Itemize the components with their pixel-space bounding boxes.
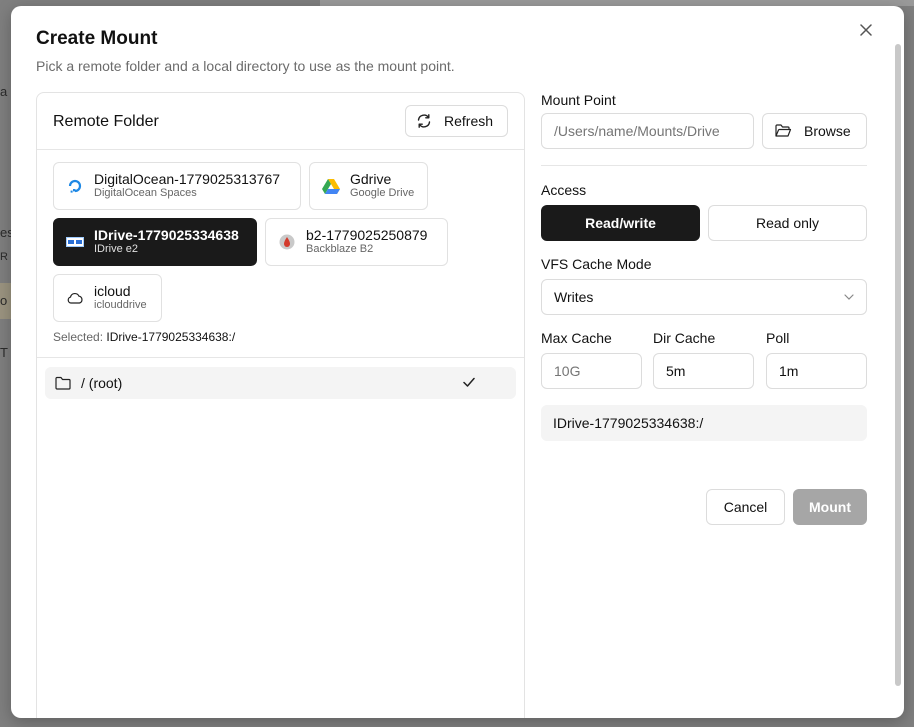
- vfs-cache-mode-value: Writes: [554, 289, 594, 305]
- remote-name: IDrive-1779025334638: [94, 227, 239, 243]
- cloud-icon: [66, 289, 84, 307]
- remote-folder-header: Remote Folder Refresh: [37, 93, 524, 150]
- max-cache-input[interactable]: [541, 353, 642, 389]
- background-text-fragment: a: [0, 84, 8, 99]
- mount-point-input[interactable]: [541, 113, 754, 149]
- access-read-write-button[interactable]: Read/write: [541, 205, 700, 241]
- mount-point-label: Mount Point: [541, 92, 616, 108]
- divider: [37, 357, 524, 358]
- remote-name: DigitalOcean-1779025313767: [94, 171, 281, 187]
- remote-card-icloud[interactable]: icloud iclouddrive: [53, 274, 162, 322]
- background-text-fragment: R: [0, 251, 8, 263]
- access-label: Access: [541, 182, 587, 198]
- vfs-cache-mode-select[interactable]: Writes: [541, 279, 867, 315]
- selected-label: Selected:: [53, 330, 104, 344]
- background-text-fragment: T: [0, 345, 8, 360]
- folder-row-root[interactable]: / (root): [45, 367, 516, 399]
- folder-icon: [55, 376, 71, 390]
- remote-name: b2-1779025250879: [306, 227, 428, 243]
- divider: [541, 165, 867, 166]
- close-button[interactable]: [856, 20, 876, 40]
- selected-path: Selected: IDrive-1779025334638:/: [53, 330, 235, 344]
- remote-folder-panel: Remote Folder Refresh DigitalOcean-17790…: [36, 92, 525, 718]
- remote-type: Google Drive: [350, 187, 415, 199]
- folder-open-icon: [775, 124, 792, 137]
- remote-name: icloud: [94, 283, 131, 299]
- access-read-only-button[interactable]: Read only: [708, 205, 867, 241]
- dialog-subtitle: Pick a remote folder and a local directo…: [36, 58, 455, 74]
- backblaze-icon: [278, 233, 296, 251]
- background-text-fragment: o: [0, 293, 8, 308]
- mount-button[interactable]: Mount: [793, 489, 867, 525]
- create-mount-dialog: Create Mount Pick a remote folder and a …: [11, 6, 904, 718]
- scrollbar[interactable]: [895, 44, 901, 686]
- dialog-title: Create Mount: [36, 28, 158, 49]
- refresh-icon: [417, 114, 431, 128]
- checkmark-icon: [463, 377, 475, 387]
- remote-type: DigitalOcean Spaces: [94, 187, 197, 199]
- cancel-button[interactable]: Cancel: [706, 489, 785, 525]
- vfs-cache-mode-label: VFS Cache Mode: [541, 256, 652, 272]
- selected-value: IDrive-1779025334638:/: [106, 330, 236, 344]
- mount-source-display: IDrive-1779025334638:/: [541, 405, 867, 441]
- dir-cache-label: Dir Cache: [653, 330, 716, 346]
- remote-type: iclouddrive: [94, 299, 147, 311]
- max-cache-label: Max Cache: [541, 330, 612, 346]
- remote-type: IDrive e2: [94, 243, 139, 255]
- poll-input[interactable]: [766, 353, 867, 389]
- remote-card-b2[interactable]: b2-1779025250879 Backblaze B2: [265, 218, 448, 266]
- remote-name: Gdrive: [350, 171, 392, 187]
- remote-card-digitalocean[interactable]: DigitalOcean-1779025313767 DigitalOcean …: [53, 162, 301, 210]
- remote-folder-title: Remote Folder: [53, 113, 159, 130]
- poll-label: Poll: [766, 330, 790, 346]
- idrive-icon: [66, 233, 84, 251]
- remote-card-idrive[interactable]: IDrive-1779025334638 IDrive e2: [53, 218, 257, 266]
- remote-card-gdrive[interactable]: Gdrive Google Drive: [309, 162, 428, 210]
- close-icon: [860, 24, 872, 36]
- chevron-down-icon: [844, 294, 854, 300]
- browse-label: Browse: [804, 123, 851, 139]
- remote-type: Backblaze B2: [306, 243, 374, 255]
- dir-cache-input[interactable]: [653, 353, 754, 389]
- folder-label: / (root): [81, 375, 123, 391]
- digitalocean-icon: [66, 177, 84, 195]
- browse-button[interactable]: Browse: [762, 113, 867, 149]
- refresh-label: Refresh: [444, 113, 494, 129]
- google-drive-icon: [322, 177, 340, 195]
- refresh-button[interactable]: Refresh: [405, 105, 508, 137]
